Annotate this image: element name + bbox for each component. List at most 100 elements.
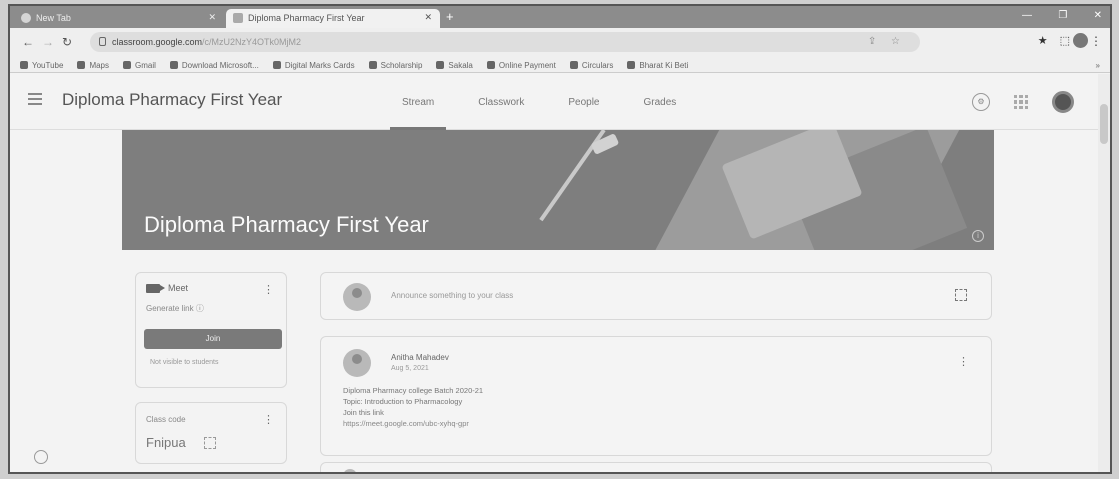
bookmarks-overflow-icon[interactable]: » bbox=[1096, 58, 1100, 72]
tab-title: New Tab bbox=[36, 13, 71, 23]
bookmark-item[interactable]: Scholarship bbox=[368, 58, 422, 72]
class-code-label: Class code bbox=[146, 415, 186, 424]
help-icon[interactable]: ⓘ bbox=[196, 304, 204, 313]
window-close-icon[interactable]: ✕ bbox=[1094, 10, 1102, 22]
address-host: classroom.google.com bbox=[112, 37, 203, 47]
share-star-icons[interactable]: ⇪ ☆ bbox=[868, 36, 906, 47]
classroom-favicon-icon bbox=[233, 13, 243, 23]
bookmark-icon bbox=[627, 61, 636, 69]
bookmark-item[interactable]: Digital Marks Cards bbox=[272, 58, 355, 72]
close-icon[interactable]: ✕ bbox=[208, 12, 216, 23]
stream-post bbox=[320, 462, 992, 472]
browser-tab-new-tab[interactable]: New Tab ✕ bbox=[14, 9, 224, 28]
bookmark-item[interactable]: YouTube bbox=[20, 58, 63, 72]
bookmark-item[interactable]: Bharat Ki Beti bbox=[627, 58, 688, 72]
post-link[interactable]: https://meet.google.com/ubc-xyhq-gpr bbox=[343, 418, 483, 429]
avatar bbox=[343, 283, 371, 311]
browser-menu-icon[interactable]: ⋮ bbox=[1090, 34, 1102, 48]
bookmark-icon bbox=[20, 61, 28, 69]
settings-icon[interactable]: ⚙ bbox=[972, 93, 990, 111]
meet-note: Not visible to students bbox=[150, 359, 219, 366]
avatar bbox=[343, 469, 357, 472]
bookmark-icon bbox=[272, 61, 281, 69]
maximize-icon[interactable]: ❐ bbox=[1058, 10, 1067, 22]
info-icon[interactable]: i bbox=[972, 230, 984, 242]
post-body: Diploma Pharmacy college Batch 2020-21 T… bbox=[343, 385, 483, 429]
bookmark-item[interactable]: Download Microsoft... bbox=[169, 58, 259, 72]
post-line: Join this link bbox=[343, 408, 384, 417]
bookmark-item[interactable]: Circulars bbox=[569, 58, 613, 72]
tab-strip: New Tab ✕ Diploma Pharmacy First Year ✕ … bbox=[10, 6, 1110, 28]
tab-classwork[interactable]: Classwork bbox=[456, 74, 546, 130]
eraser-illustration bbox=[590, 133, 620, 155]
join-button[interactable]: Join bbox=[144, 329, 282, 349]
extension-icon[interactable]: ⬚ bbox=[1060, 34, 1070, 47]
banner-title: Diploma Pharmacy First Year bbox=[144, 212, 429, 237]
post-line: Diploma Pharmacy college Batch 2020-21 bbox=[343, 386, 484, 395]
post-author: Anitha Mahadev bbox=[391, 353, 449, 362]
new-tab-plus-icon[interactable]: + bbox=[446, 9, 462, 24]
scrollbar-thumb[interactable] bbox=[1100, 104, 1108, 144]
fullscreen-icon[interactable] bbox=[204, 437, 216, 449]
class-nav-tabs: Stream Classwork People Grades bbox=[380, 74, 698, 130]
class-banner: Diploma Pharmacy First Year i bbox=[122, 130, 994, 250]
google-apps-icon[interactable] bbox=[1014, 95, 1028, 109]
bookmark-item[interactable]: Gmail bbox=[123, 58, 156, 72]
extension-icons: ★ ⬚ bbox=[1038, 34, 1070, 47]
tab-stream[interactable]: Stream bbox=[380, 74, 456, 130]
bookmarks-bar: YouTube Maps Gmail Download Microsoft...… bbox=[10, 55, 1110, 73]
meet-header: Meet bbox=[146, 283, 188, 293]
class-code-card: Class code ⋮ Fnipua bbox=[135, 402, 287, 464]
window-controls: — ❐ ✕ bbox=[1022, 10, 1102, 22]
announce-placeholder: Announce something to your class bbox=[391, 291, 514, 300]
more-options-icon[interactable]: ⋮ bbox=[263, 413, 274, 426]
hamburger-menu-icon[interactable] bbox=[28, 93, 42, 105]
browser-tab-classroom[interactable]: Diploma Pharmacy First Year ✕ bbox=[226, 9, 440, 28]
class-code-value: Fnipua bbox=[146, 435, 186, 450]
bookmark-icon bbox=[123, 61, 131, 69]
meet-label: Meet bbox=[168, 283, 189, 293]
meet-card: Meet ⋮ Generate link ⓘ Join Not visible … bbox=[135, 272, 287, 388]
forward-arrow-icon[interactable]: → bbox=[42, 35, 54, 49]
browser-toolbar: ← → ↻ classroom.google.com/c/MzU2NzY4OTk… bbox=[10, 28, 1110, 55]
browser-window: New Tab ✕ Diploma Pharmacy First Year ✕ … bbox=[8, 4, 1112, 474]
extension-icon[interactable]: ★ bbox=[1038, 34, 1048, 47]
avatar bbox=[343, 349, 371, 377]
bookmark-icon bbox=[368, 61, 377, 69]
minimize-icon[interactable]: — bbox=[1022, 10, 1032, 22]
repost-icon[interactable] bbox=[955, 289, 967, 301]
bookmark-item[interactable]: Online Payment bbox=[486, 58, 556, 72]
account-avatar[interactable] bbox=[1052, 91, 1074, 113]
tab-grades[interactable]: Grades bbox=[622, 74, 699, 130]
post-line: Topic: Introduction to Pharmacology bbox=[343, 397, 463, 406]
tab-people[interactable]: People bbox=[546, 74, 621, 130]
more-options-icon[interactable]: ⋮ bbox=[263, 283, 274, 296]
more-options-icon[interactable]: ⋮ bbox=[958, 355, 969, 368]
stream-post: Anitha Mahadev Aug 5, 2021 ⋮ Diploma Pha… bbox=[320, 336, 992, 456]
bookmark-item[interactable]: Sakala bbox=[436, 58, 473, 72]
bookmark-icon bbox=[169, 61, 178, 69]
address-path: /c/MzU2NzY4OTk0MjM2 bbox=[202, 37, 302, 47]
profile-icon[interactable] bbox=[1073, 33, 1088, 48]
announce-box[interactable]: Announce something to your class bbox=[320, 272, 992, 320]
classroom-app-bar: Diploma Pharmacy First Year Stream Class… bbox=[10, 74, 1110, 130]
page-scrollbar[interactable] bbox=[1098, 74, 1110, 472]
lock-icon bbox=[99, 37, 106, 46]
bookmark-icon bbox=[77, 61, 86, 69]
globe-icon bbox=[21, 13, 31, 23]
bookmark-icon bbox=[569, 61, 578, 69]
help-circle-icon[interactable] bbox=[34, 450, 48, 464]
app-bar-actions: ⚙ bbox=[972, 91, 1074, 113]
class-title[interactable]: Diploma Pharmacy First Year bbox=[62, 90, 282, 110]
video-camera-icon bbox=[146, 283, 165, 293]
address-bar[interactable]: classroom.google.com/c/MzU2NzY4OTk0MjM2 … bbox=[90, 32, 920, 52]
close-icon[interactable]: ✕ bbox=[424, 12, 432, 23]
bookmark-icon bbox=[486, 61, 495, 69]
bookmark-item[interactable]: Maps bbox=[77, 58, 109, 72]
tab-title: Diploma Pharmacy First Year bbox=[248, 13, 365, 23]
reload-icon[interactable]: ↻ bbox=[62, 35, 72, 49]
meet-generate-link[interactable]: Generate link ⓘ bbox=[146, 303, 204, 314]
back-arrow-icon[interactable]: ← bbox=[22, 35, 34, 49]
bookmark-icon bbox=[436, 61, 445, 69]
post-date: Aug 5, 2021 bbox=[391, 365, 429, 372]
